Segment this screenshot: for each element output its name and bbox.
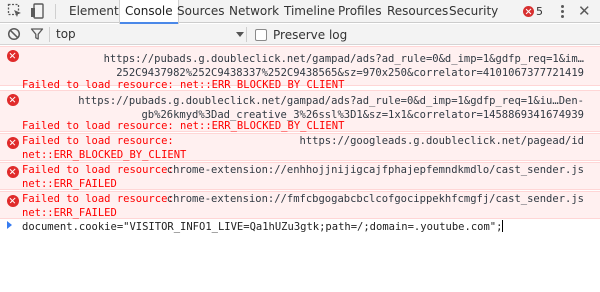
error-source-url[interactable]: chrome-extension://fmfcbgogabcbclcofgoci… — [167, 192, 584, 206]
error-icon — [7, 94, 19, 106]
console-error-message: https://pubads.g.doubleclick.net/gampad/… — [0, 90, 600, 132]
console-filter-bar: top Preserve log — [0, 24, 600, 45]
preserve-log-checkbox[interactable] — [255, 28, 267, 41]
error-source-url[interactable]: https://googleads.g.doubleclick.net/page… — [300, 134, 584, 148]
filter-divider — [49, 27, 50, 42]
context-selector[interactable]: top — [56, 24, 246, 45]
preserve-log-label: Preserve log — [273, 27, 348, 42]
error-text: Failed to load resource: — [22, 193, 174, 205]
console-messages: https://pubads.g.doubleclick.net/gampad/… — [0, 46, 600, 292]
devtools-tab-bar: Elements Console Sources Network Timelin… — [0, 0, 600, 24]
console-error-message: https://pubads.g.doubleclick.net/gampad/… — [0, 46, 600, 91]
inspect-element-icon[interactable] — [7, 3, 23, 19]
error-text: net::ERR_FAILED — [22, 178, 117, 190]
toolbar-divider — [55, 4, 56, 19]
tab-timeline[interactable]: Timeline — [284, 0, 335, 23]
tab-console[interactable]: Console — [119, 0, 179, 24]
error-icon — [7, 195, 19, 207]
filter-divider — [246, 27, 247, 42]
error-counter[interactable]: 5 — [523, 4, 543, 19]
error-icon — [7, 50, 19, 62]
tab-profiles[interactable]: Profiles — [338, 0, 382, 23]
error-icon — [7, 137, 19, 149]
error-source-url[interactable]: https://pubads.g.doubleclick.net/gampad/… — [78, 94, 584, 108]
text-cursor — [502, 220, 504, 232]
tab-sources[interactable]: Sources — [177, 0, 224, 23]
error-source-url[interactable]: https://pubads.g.doubleclick.net/gampad/… — [104, 52, 584, 66]
error-text: Failed to load resource: — [22, 164, 174, 176]
kebab-menu-icon[interactable] — [560, 4, 564, 19]
console-error-message: Failed to load resource: chrome-extensio… — [0, 191, 600, 219]
tab-resources[interactable]: Resources — [387, 0, 448, 23]
error-text: Failed to load resource: — [22, 135, 174, 147]
error-text: Failed to load resource: net::ERR_BLOCKE… — [22, 120, 345, 132]
chevron-down-icon[interactable] — [236, 32, 244, 37]
prompt-chevron-icon — [7, 221, 12, 229]
tab-elements[interactable]: Elements — [69, 0, 125, 23]
error-text: net::ERR_BLOCKED_BY_CLIENT — [22, 149, 187, 161]
preserve-log-toggle[interactable]: Preserve log — [255, 27, 347, 42]
console-input[interactable]: document.cookie="VISITOR_INFO1_LIVE=Qa1h… — [22, 220, 504, 233]
error-source-url[interactable]: chrome-extension://enhhojjnijigcajfphaje… — [167, 163, 584, 177]
error-icon — [523, 6, 534, 17]
tab-security[interactable]: Security — [449, 0, 498, 23]
error-icon — [7, 166, 19, 178]
error-count: 5 — [536, 5, 543, 18]
console-error-message: Failed to load resource: chrome-extensio… — [0, 162, 600, 190]
device-mode-icon[interactable] — [30, 3, 46, 19]
tab-network[interactable]: Network — [229, 0, 279, 23]
close-devtools-button[interactable]: ✕ — [578, 2, 591, 20]
clear-console-icon[interactable] — [7, 27, 21, 41]
console-prompt[interactable]: document.cookie="VISITOR_INFO1_LIVE=Qa1h… — [0, 218, 600, 236]
console-error-message: Failed to load resource: https://googlea… — [0, 133, 600, 161]
console-input-text[interactable]: document.cookie="VISITOR_INFO1_LIVE=Qa1h… — [22, 221, 502, 233]
filter-icon[interactable] — [30, 27, 44, 41]
